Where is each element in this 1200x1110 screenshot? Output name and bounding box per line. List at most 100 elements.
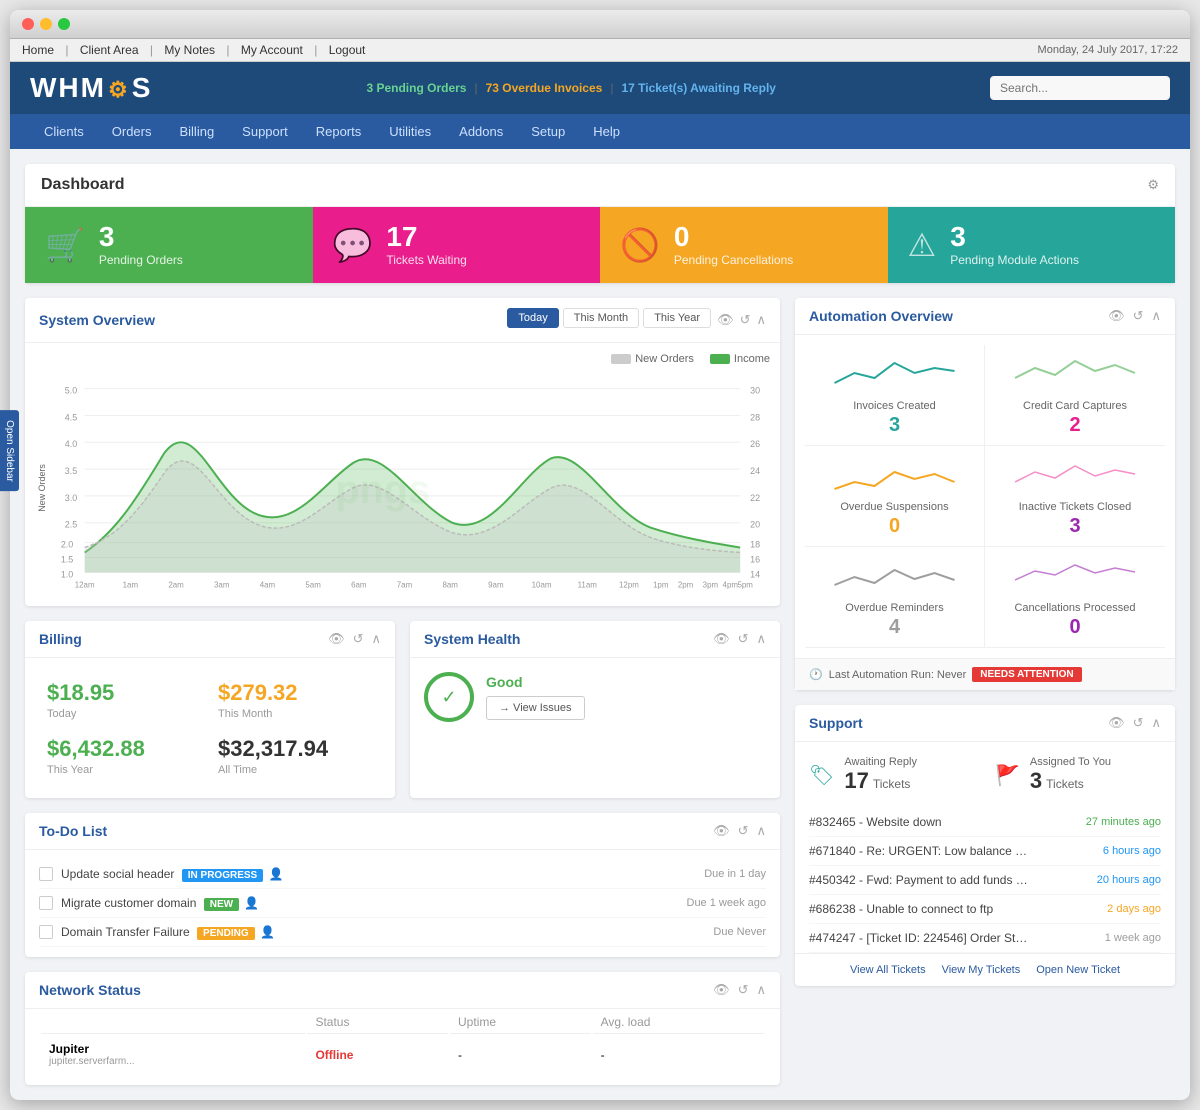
overview-eye-icon[interactable]: 👁 [717,312,734,328]
overview-refresh-icon[interactable]: ↺ [740,312,751,328]
view-my-tickets-link[interactable]: View My Tickets [942,964,1021,976]
logo[interactable]: WHM⚙S [30,72,152,104]
auto-cancel-label: Cancellations Processed [995,602,1155,614]
auto-overdue-remind: Overdue Reminders 4 [805,547,985,648]
ticket-text-4[interactable]: #474247 - [Ticket ID: 224546] Order Stat… [809,931,1029,945]
stat-cancel-content: 0 Pending Cancellations [674,223,793,267]
close-button[interactable] [22,18,34,30]
nav-clients[interactable]: Clients [30,114,98,149]
todo-checkbox-0[interactable] [39,867,53,881]
browser-nav: Home | Client Area | My Notes | My Accou… [22,43,373,57]
health-info: Good → View Issues [486,674,585,720]
svg-text:4pm: 4pm [723,580,739,589]
pending-orders-count: 3 [99,223,183,251]
tab-this-month[interactable]: This Month [563,308,639,328]
tab-today[interactable]: Today [507,308,558,328]
nav-utilities[interactable]: Utilities [375,114,445,149]
automation-refresh-icon[interactable]: ↺ [1133,308,1144,324]
todo-collapse-icon[interactable]: ∧ [756,823,766,839]
client-area-link[interactable]: Client Area [80,43,139,57]
todo-due-0: Due in 1 day [704,868,766,880]
my-notes-link[interactable]: My Notes [164,43,215,57]
ticket-text-3[interactable]: #686238 - Unable to connect to ftp [809,902,1029,916]
open-new-ticket-link[interactable]: Open New Ticket [1036,964,1120,976]
stat-tickets-waiting[interactable]: 💬 17 Tickets Waiting [313,207,601,283]
pending-orders-alert[interactable]: 3 Pending Orders [366,81,466,95]
dashboard-settings-icon[interactable]: ⚙ [1147,177,1159,193]
stat-pending-orders[interactable]: 🛒 3 Pending Orders [25,207,313,283]
nav-reports[interactable]: Reports [302,114,376,149]
todo-refresh-icon[interactable]: ↺ [738,823,749,839]
svg-text:5am: 5am [305,580,321,589]
nav-setup[interactable]: Setup [517,114,579,149]
home-link[interactable]: Home [22,43,54,57]
main-nav: Clients Orders Billing Support Reports U… [10,114,1190,149]
health-refresh-icon[interactable]: ↺ [738,631,749,647]
automation-collapse-icon[interactable]: ∧ [1151,308,1161,324]
billing-collapse-icon[interactable]: ∧ [371,631,381,647]
search-input[interactable] [990,76,1170,100]
ticket-text-1[interactable]: #671840 - Re: URGENT: Low balance in you… [809,844,1029,858]
ticket-time-3: 2 days ago [1107,903,1161,915]
awaiting-reply-sublabel: Tickets [873,777,911,791]
todo-user-0: 👤 [269,867,284,881]
nav-addons[interactable]: Addons [445,114,517,149]
logout-link[interactable]: Logout [329,43,366,57]
alert-sep-1: | [474,81,477,95]
network-eye-icon[interactable]: 👁 [713,982,730,998]
legend-income: Income [710,353,770,365]
network-collapse-icon[interactable]: ∧ [756,982,766,998]
billing-month-label: This Month [218,708,373,720]
open-sidebar-tab[interactable]: Open Sidebar [10,410,19,492]
overview-collapse-icon[interactable]: ∧ [756,312,766,328]
billing-card: Billing 👁 ↺ ∧ $18.95 Today [25,621,395,798]
stat-module-actions[interactable]: ⚠ 3 Pending Module Actions [888,207,1176,283]
ticket-text-0[interactable]: #832465 - Website down [809,815,1029,829]
support-eye-icon[interactable]: 👁 [1108,715,1125,731]
my-account-link[interactable]: My Account [241,43,303,57]
stat-tickets-content: 17 Tickets Waiting [386,223,466,267]
nav-support[interactable]: Support [228,114,302,149]
support-actions: 👁 ↺ ∧ [1108,715,1161,731]
todo-badge-2: PENDING [197,927,255,940]
system-overview-chart: New Orders Income [25,343,780,606]
tab-this-year[interactable]: This Year [643,308,711,328]
todo-checkbox-1[interactable] [39,896,53,910]
nav-billing[interactable]: Billing [165,114,228,149]
billing-refresh-icon[interactable]: ↺ [353,631,364,647]
billing-eye-icon[interactable]: 👁 [328,631,345,647]
svg-text:16: 16 [750,554,760,564]
col-status: Status [307,1011,448,1034]
todo-actions: 👁 ↺ ∧ [713,823,766,839]
svg-text:22: 22 [750,493,760,503]
billing-today-amount: $18.95 [47,680,202,706]
view-all-tickets-link[interactable]: View All Tickets [850,964,926,976]
automation-eye-icon[interactable]: 👁 [1108,308,1125,324]
ticket-text-2[interactable]: #450342 - Fwd: Payment to add funds to R… [809,873,1029,887]
minimize-button[interactable] [40,18,52,30]
health-gauge: ✓ [424,672,474,722]
health-eye-icon[interactable]: 👁 [713,631,730,647]
system-health-header: System Health 👁 ↺ ∧ [410,621,780,658]
nav-sep-3: | [226,43,229,57]
nav-orders[interactable]: Orders [98,114,166,149]
nav-help[interactable]: Help [579,114,634,149]
tickets-awaiting-alert[interactable]: 17 Ticket(s) Awaiting Reply [621,81,776,95]
health-collapse-icon[interactable]: ∧ [756,631,766,647]
awaiting-reply-label: Awaiting Reply [844,756,917,768]
todo-eye-icon[interactable]: 👁 [713,823,730,839]
support-collapse-icon[interactable]: ∧ [1151,715,1161,731]
overdue-invoices-alert[interactable]: 73 Overdue Invoices [486,81,603,95]
todo-checkbox-2[interactable] [39,925,53,939]
sparkline-reminders [815,555,974,595]
auto-tickets-label: Inactive Tickets Closed [995,501,1155,513]
view-issues-button[interactable]: → View Issues [486,696,585,720]
network-refresh-icon[interactable]: ↺ [738,982,749,998]
stat-cancellations[interactable]: 🚫 0 Pending Cancellations [600,207,888,283]
legend-income-label: Income [734,353,770,365]
browser-date: Monday, 24 July 2017, 17:22 [1038,44,1178,56]
billing-header: Billing 👁 ↺ ∧ [25,621,395,658]
maximize-button[interactable] [58,18,70,30]
support-refresh-icon[interactable]: ↺ [1133,715,1144,731]
billing-this-month: $279.32 This Month [210,672,381,728]
